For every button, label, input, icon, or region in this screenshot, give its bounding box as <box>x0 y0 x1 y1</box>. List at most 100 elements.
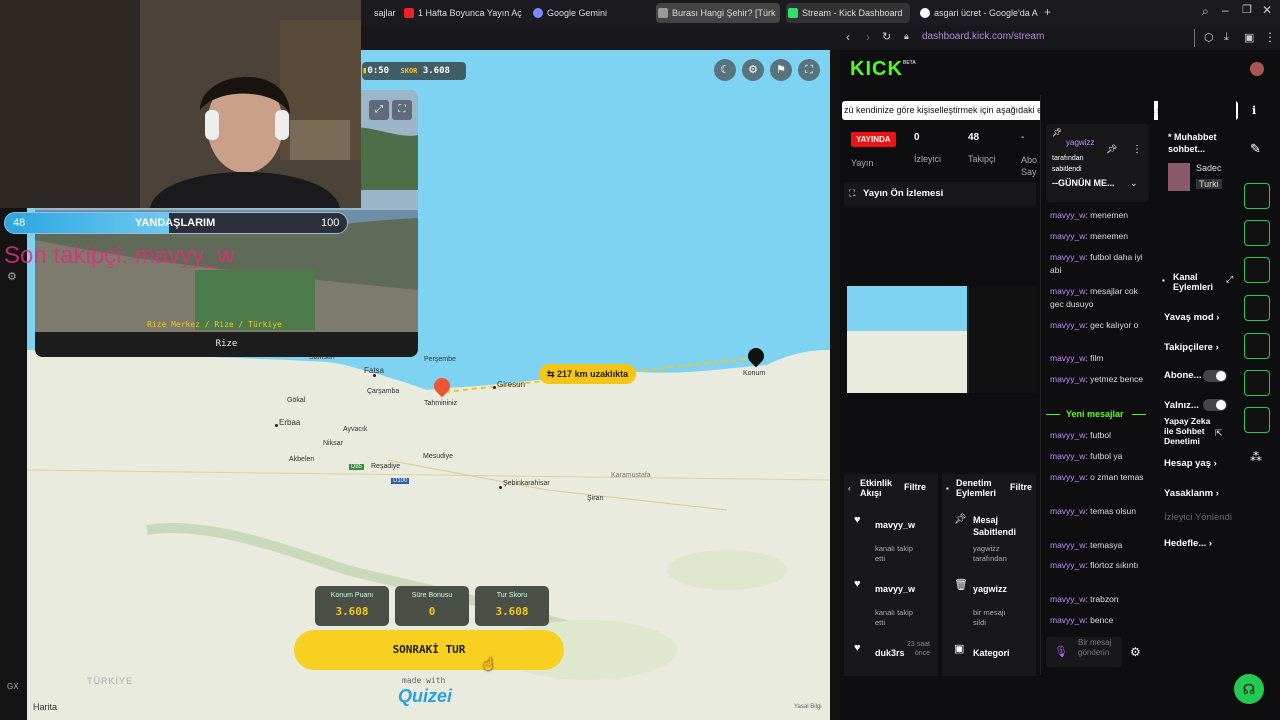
followers-only-item[interactable]: Takipçilere › <box>1164 342 1219 353</box>
distance-badge: ⇆ 217 km uzaklıkta <box>539 364 637 384</box>
tab-kick-dashboard[interactable]: Stream - Kick Dashboard <box>786 3 910 23</box>
legal-link[interactable]: Yasal Bilgi <box>794 704 822 710</box>
emote-toggle[interactable] <box>1203 399 1227 411</box>
drag-handle-icon[interactable]: ▪ <box>1162 276 1165 285</box>
chat-settings-icon[interactable]: ⚙ <box>1130 645 1141 659</box>
url-text[interactable]: dashboard.kick.com/stream <box>922 31 1044 42</box>
back-icon[interactable]: ‹ <box>846 30 850 44</box>
tool-broadcast-icon[interactable] <box>1244 333 1270 359</box>
close-window-icon[interactable]: ✕ <box>1262 3 1272 17</box>
stat-label: İzleyici <box>914 154 942 164</box>
tool-chat-icon[interactable] <box>1244 295 1270 321</box>
mic-icon[interactable]: 🎙︎ <box>1054 645 1068 658</box>
city-label: Mesudiye <box>423 453 453 460</box>
activity-user[interactable]: mavyy_w <box>875 520 915 530</box>
photo-title: Rize <box>35 332 418 357</box>
score-label: SKOR <box>400 67 418 75</box>
tool-wrench-icon[interactable] <box>1244 407 1270 433</box>
banned-words-item[interactable]: Yasaklanm › <box>1164 488 1219 499</box>
moderation-panel: ▪ Denetim Eylemleri Filtre 📌︎ Mesaj Sabi… <box>942 474 1036 676</box>
tab-gemini[interactable]: Google Gemini <box>531 3 641 23</box>
pinned-message[interactable]: 📌︎ yagwizz tarafından sabitlendi 📌︎ ⋮ --… <box>1046 124 1149 202</box>
subscribers-only-item[interactable]: Abone... <box>1164 370 1201 381</box>
download-icon[interactable]: ⤓ <box>1224 31 1229 44</box>
activity-user[interactable]: mavyy_w <box>875 584 915 594</box>
maximize-icon[interactable]: ❐ <box>1242 3 1252 16</box>
external-link-icon[interactable]: ⇱ <box>1215 428 1223 439</box>
expand-icon[interactable]: ⤢ <box>1226 274 1233 285</box>
preview-icon: ⛶ <box>849 188 856 198</box>
live-badge: YAYINDA <box>851 132 896 147</box>
dark-mode-icon[interactable]: ☾ <box>714 59 736 81</box>
quizei-logo[interactable]: Quizei <box>398 686 452 707</box>
chevron-down-icon[interactable]: ⌄ <box>1130 178 1138 189</box>
more-icon[interactable]: ⋮ <box>1264 30 1276 44</box>
avatar[interactable] <box>1250 62 1264 76</box>
expand-icon[interactable]: ⤢ <box>369 100 389 120</box>
city-label: Fatsa <box>364 366 385 375</box>
activity-filter-button[interactable]: Filtre <box>904 482 926 492</box>
minimize-icon[interactable]: – <box>1222 3 1229 17</box>
settings-gear-icon[interactable]: ⚙ <box>7 270 17 283</box>
pin-icon: 📌︎ <box>954 514 967 525</box>
follower-count: 48 <box>968 132 980 143</box>
flag-icon[interactable]: ⚑ <box>770 59 792 81</box>
next-round-button[interactable]: SONRAKİ TUR <box>294 630 564 670</box>
edit-pencil-icon[interactable]: ✎ <box>1250 141 1261 157</box>
tool-quick-actions-icon[interactable] <box>1244 220 1270 246</box>
subscribers-toggle[interactable] <box>1203 370 1227 382</box>
preview-header: ⛶ Yayın Ön İzlemesi <box>844 182 1036 206</box>
new-messages-divider[interactable]: Yeni mesajlar <box>1046 408 1146 422</box>
chat-input[interactable]: 🎙︎ Bir mesaj gönderin <box>1046 637 1122 667</box>
collapse-icon[interactable]: ‹ <box>848 484 851 493</box>
fullscreen-icon[interactable]: ⛶ <box>798 59 820 81</box>
heart-icon: ♥ <box>854 578 861 590</box>
tab-youtube[interactable]: 1 Hafta Boyunca Yayın Aç <box>402 3 522 23</box>
city-label: Akbelen <box>289 456 315 463</box>
activity-user[interactable]: duk3rs <box>875 648 905 658</box>
slow-mode-item[interactable]: Yavaş mod › <box>1164 312 1219 323</box>
category-icon: ▣ <box>954 643 965 655</box>
new-tab-button[interactable]: + <box>1044 5 1051 19</box>
ai-moderation-item[interactable]: Yapay Zeka ile Sohbet Denetimi <box>1164 416 1214 446</box>
site-icon <box>658 8 668 18</box>
account-age-item[interactable]: Hesap yaş › <box>1164 458 1217 469</box>
promo-thumbnail[interactable] <box>1168 163 1190 191</box>
pin-icon: 📌︎ <box>1052 128 1063 137</box>
screenshot-icon[interactable]: ▣ <box>1244 31 1254 44</box>
search-tabs-icon[interactable]: ⌕ <box>1202 4 1209 19</box>
fullscreen-photo-icon[interactable]: ⛶ <box>392 100 412 120</box>
pinned-menu-icon[interactable]: ⋮ <box>1132 144 1142 155</box>
unpin-icon[interactable]: 📌︎ <box>1106 144 1117 155</box>
tab-quizei[interactable]: Burası Hangi Şehir? [Türk <box>656 3 780 23</box>
viewer-redirect-item[interactable]: İzleyici Yönlendi <box>1164 512 1232 523</box>
tab-1[interactable]: sajlar <box>358 3 398 23</box>
emote-only-item[interactable]: Yalnız... <box>1164 400 1199 411</box>
tool-preview-icon[interactable] <box>1244 183 1270 209</box>
support-headset-icon[interactable]: ☊ <box>1234 674 1264 704</box>
moderation-filter-button[interactable]: Filtre <box>1010 482 1032 492</box>
kick-logo[interactable]: KICK <box>850 58 903 81</box>
tool-notes-icon[interactable] <box>1244 257 1270 283</box>
cursor-icon: ☝ <box>481 657 496 671</box>
last-follower-text: Son takipçi: mavyy_w <box>4 242 235 269</box>
forward-icon[interactable]: › <box>866 30 870 44</box>
settings-icon[interactable]: ⚙ <box>742 59 764 81</box>
drag-handle-icon[interactable]: ▪ <box>946 484 949 493</box>
info-icon[interactable]: ℹ <box>1252 104 1256 117</box>
road-sign: D100 <box>391 478 410 484</box>
progress-current: 48 <box>13 217 26 229</box>
stream-preview[interactable] <box>847 286 1037 393</box>
stat-time-bonus: Süre Bonusu 0 <box>395 586 469 626</box>
moderation-user[interactable]: yagwizz <box>973 584 1007 594</box>
tab-google-search[interactable]: asgari ücret - Google'da A <box>918 3 1038 23</box>
gx-icon[interactable]: GX <box>7 682 19 691</box>
goals-item[interactable]: Hedefle... › <box>1164 538 1212 549</box>
divider <box>1194 29 1195 47</box>
chat-message: mavyy_w: futbol ya <box>1050 451 1123 461</box>
webcam-image <box>0 0 361 208</box>
reload-icon[interactable]: ↻ <box>882 30 891 43</box>
more-tools-icon[interactable]: ⁂ <box>1250 450 1262 464</box>
tool-moderation-icon[interactable] <box>1244 370 1270 396</box>
share-icon[interactable]: ⬡ <box>1204 31 1214 44</box>
